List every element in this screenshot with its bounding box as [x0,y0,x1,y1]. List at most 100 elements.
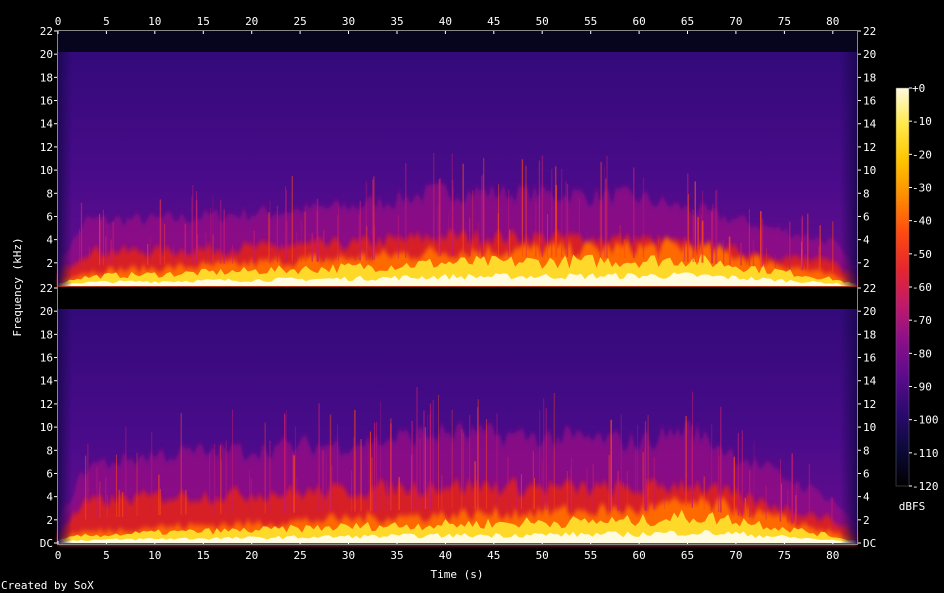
y-tick-label-right: 12 [863,141,876,154]
y-tick-label-right: 2 [863,514,870,527]
y-tick-label-left: 22 [40,25,53,38]
y-tick-label-left: 2 [46,514,53,527]
y-tick-label-right: 22 [863,25,876,38]
x-tick-label-top: 25 [293,15,306,28]
y-tick-label-left: 10 [40,164,53,177]
y-tick-label-right: 16 [863,352,876,365]
x-tick-label-top: 55 [584,15,597,28]
y-tick-label-left: 4 [46,234,53,247]
y-tick-label-right: 6 [863,210,870,223]
y-tick-label-left: 16 [40,95,53,108]
x-tick-label-top: 75 [778,15,791,28]
x-tick-label-top: 5 [103,15,110,28]
x-tick-label-bottom: 25 [293,549,306,562]
colorbar-tick-label: -70 [912,314,932,327]
x-tick-label-bottom: 20 [245,549,258,562]
channel-separator [58,287,857,309]
y-tick-label-left: 4 [46,491,53,504]
x-tick-label-bottom: 65 [681,549,694,562]
colorbar-tick-label: -110 [912,447,939,460]
colorbar: +0 -10 -20 -30 -40 -50 -60 -70 -80 -90 -100 -110 -12… [895,82,939,513]
y-tick-label-right: 18 [863,328,876,341]
y-tick-label-right: 10 [863,421,876,434]
y-tick-label-left: 2 [46,257,53,270]
colorbar-tick-label: -50 [912,248,932,261]
y-tick-label-right: 18 [863,71,876,84]
y-tick-label-right: 6 [863,467,870,480]
x-tick-label-bottom: 0 [55,549,62,562]
colorbar-tick-label: -100 [912,414,939,427]
colorbar-label: dBFS [899,500,926,513]
y-tick-label-left: 12 [40,398,53,411]
channel-1-right-fade [840,52,857,286]
colorbar-gradient [895,87,910,487]
x-tick-label-top: 30 [342,15,355,28]
y-tick-label-left: 20 [40,48,53,61]
y-tick-label-left: 16 [40,352,53,365]
x-tick-label-top: 50 [536,15,549,28]
x-tick-label-top: 10 [148,15,161,28]
x-tick-label-top: 15 [197,15,210,28]
x-axis-label: Time (s) [431,568,484,581]
colorbar-tick-label: -40 [912,215,932,228]
spectrogram-chart: 0 5 10 15 20 25 30 35 40 45 50 55 60 65 70 75 80 0 5 10 15 2… [1,15,939,592]
x-tick-label-top: 70 [729,15,742,28]
colorbar-tick-label: -20 [912,148,932,161]
x-tick-label-bottom: 80 [826,549,839,562]
y-tick-label-left: 18 [40,71,53,84]
y-tick-label-left: DC [40,537,53,550]
x-tick-label-bottom: 40 [439,549,452,562]
y-tick-label-right: 14 [863,118,877,131]
y-tick-label-right: 10 [863,164,876,177]
x-tick-label-bottom: 35 [390,549,403,562]
channel-1-left-fade [58,52,72,286]
y-tick-label-left: 14 [40,118,54,131]
y-tick-label-right: 16 [863,95,876,108]
colorbar-tick-label: +0 [912,82,925,95]
x-tick-label-top: 0 [55,15,62,28]
x-tick-label-top: 20 [245,15,258,28]
x-tick-label-bottom: 15 [197,549,210,562]
x-tick-label-top: 65 [681,15,694,28]
colorbar-tick-label: -90 [912,381,932,394]
y-tick-label-right: DC [863,537,876,550]
y-tick-label-left: 6 [46,467,53,480]
x-tick-label-top: 80 [826,15,839,28]
channel-1-spectrogram [58,31,857,286]
y-tick-label-left: 18 [40,328,53,341]
x-tick-label-bottom: 5 [103,549,110,562]
y-tick-label-right: 4 [863,234,870,247]
y-tick-label-left: 8 [46,187,53,200]
x-tick-label-bottom: 45 [487,549,500,562]
x-tick-label-top: 40 [439,15,452,28]
y-tick-label-right: 14 [863,375,877,388]
y-axis-label: Frequency (kHz) [11,237,24,336]
y-tick-label-right: 20 [863,305,876,318]
y-tick-label-left: 12 [40,141,53,154]
y-tick-label-left: 10 [40,421,53,434]
x-tick-label-bottom: 30 [342,549,355,562]
y-tick-label-right: 12 [863,398,876,411]
y-tick-label-right: 2 [863,257,870,270]
y-tick-label-left: 20 [40,305,53,318]
y-tick-label-right: 4 [863,491,870,504]
channel-1-cutoff-band [58,31,857,52]
credit-text: Created by SoX [1,579,94,592]
x-tick-label-bottom: 10 [148,549,161,562]
y-tick-label-left: 14 [40,375,54,388]
x-tick-label-bottom: 70 [729,549,742,562]
channel-2-spectrogram [58,309,857,543]
x-tick-label-top: 35 [390,15,403,28]
colorbar-tick-label: -30 [912,182,932,195]
y-tick-label-right: 8 [863,444,870,457]
colorbar-tick-label: -60 [912,281,932,294]
colorbar-tick-label: -80 [912,347,932,360]
y-tick-label-right: 20 [863,48,876,61]
y-tick-label-right: 8 [863,187,870,200]
colorbar-tick-label: -120 [912,480,939,493]
y-tick-label-left: 6 [46,210,53,223]
x-tick-label-bottom: 75 [778,549,791,562]
x-tick-label-bottom: 60 [632,549,645,562]
y-tick-label-left: 8 [46,444,53,457]
channel-2-left-fade [58,309,72,543]
